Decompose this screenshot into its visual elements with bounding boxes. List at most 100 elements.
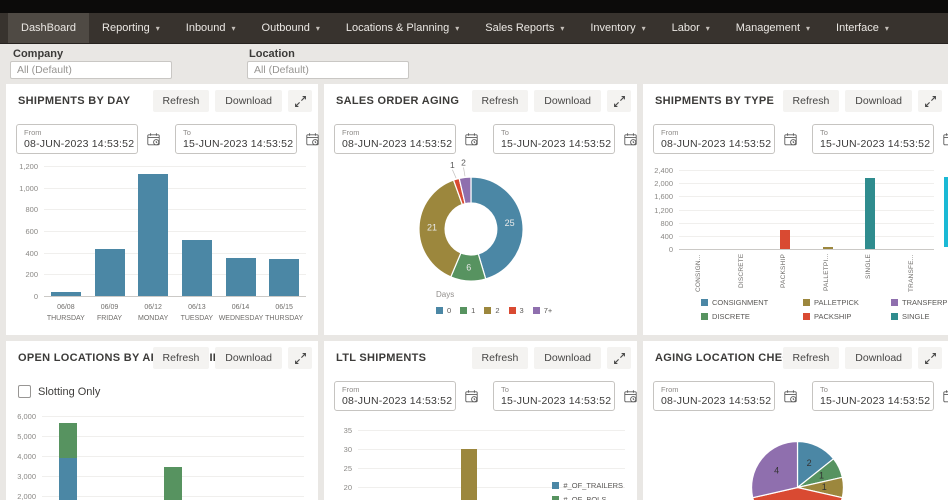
legend-swatch: [803, 313, 810, 320]
from-date-field[interactable]: From 08-JUN-2023 14:53:52: [653, 124, 775, 154]
calendar-icon[interactable]: [142, 128, 164, 150]
x-axis-label: 06/08 THURSDAY: [44, 303, 88, 325]
download-button[interactable]: Download: [845, 90, 912, 112]
download-button[interactable]: Download: [534, 90, 601, 112]
legend-swatch: [891, 313, 898, 320]
panel-title: SALES ORDER AGING: [336, 95, 459, 107]
nav-tab-sales-reports[interactable]: Sales Reports▾: [472, 13, 577, 43]
legend-label: PACKSHIP: [814, 312, 851, 321]
download-button[interactable]: Download: [215, 90, 282, 112]
nav-tab-locations-planning[interactable]: Locations & Planning▾: [333, 13, 472, 43]
company-input[interactable]: [10, 61, 172, 79]
x-axis-label: 06/15 THURSDAY: [262, 303, 306, 325]
nav-tab-reporting[interactable]: Reporting▾: [89, 13, 173, 43]
legend-label: 3: [520, 306, 524, 315]
calendar-icon[interactable]: [619, 128, 641, 150]
calendar-icon[interactable]: [460, 385, 482, 407]
nav-tab-labor[interactable]: Labor▾: [659, 13, 723, 43]
panel-open-locations-by-area-profile: OPEN LOCATIONS BY AREA PROFILE Refresh D…: [6, 341, 318, 500]
refresh-button[interactable]: Refresh: [783, 90, 840, 112]
nav-tab-dashboard[interactable]: DashBoard: [8, 13, 89, 43]
legend-swatch: [484, 307, 491, 314]
refresh-button[interactable]: Refresh: [472, 347, 529, 369]
calendar-icon[interactable]: [779, 128, 801, 150]
calendar-icon[interactable]: [938, 385, 948, 407]
download-button[interactable]: Download: [845, 347, 912, 369]
bar: [138, 174, 168, 296]
panel-ltl-shipments: LTL SHIPMENTS Refresh Download From 08-J…: [324, 341, 637, 500]
caret-down-icon: ▾: [706, 24, 710, 33]
legend-swatch: [701, 313, 708, 320]
to-date-field[interactable]: To 15-JUN-2023 14:53:52: [493, 381, 615, 411]
nav-tab-outbound[interactable]: Outbound▾: [249, 13, 333, 43]
vertical-scrollbar-thumb[interactable]: [944, 177, 948, 247]
x-axis-label: DISCRETE: [738, 254, 745, 294]
from-date-field[interactable]: From 08-JUN-2023 14:53:52: [16, 124, 138, 154]
legend-item: 2: [484, 306, 499, 315]
gridline: [44, 209, 306, 210]
expand-icon[interactable]: [918, 347, 942, 369]
window-top-strip: [0, 0, 948, 13]
refresh-button[interactable]: Refresh: [783, 347, 840, 369]
gridline: [679, 249, 934, 250]
expand-icon[interactable]: [607, 347, 631, 369]
from-label: From: [24, 128, 130, 137]
nav-tab-management[interactable]: Management▾: [723, 13, 823, 43]
legend-swatch: [533, 307, 540, 314]
from-date-field[interactable]: From 08-JUN-2023 14:53:52: [653, 381, 775, 411]
calendar-icon[interactable]: [301, 128, 323, 150]
bar: [164, 467, 182, 500]
from-value: 08-JUN-2023 14:53:52: [24, 138, 130, 150]
legend-label: PALLETPICK: [814, 298, 859, 307]
from-date-field[interactable]: From 08-JUN-2023 14:53:52: [334, 381, 456, 411]
pie-slice: [419, 180, 462, 277]
calendar-icon[interactable]: [460, 128, 482, 150]
bar: [780, 230, 790, 249]
legend-item: #_OF_TRAILERS: [552, 481, 623, 490]
to-date-field[interactable]: To 15-JUN-2023 14:53:52: [812, 381, 934, 411]
x-axis-label: 06/13 TUESDAY: [175, 303, 219, 325]
to-date-field[interactable]: To 15-JUN-2023 14:53:52: [812, 124, 934, 154]
expand-icon[interactable]: [607, 90, 631, 112]
y-axis-tick: 800: [643, 219, 673, 228]
legend-label: #_OF_BOLS: [563, 495, 606, 500]
y-axis-tick: 800: [6, 205, 38, 214]
refresh-button[interactable]: Refresh: [153, 90, 210, 112]
y-axis-tick: 1,000: [6, 184, 38, 193]
refresh-button[interactable]: Refresh: [153, 347, 210, 369]
slotting-only-label: Slotting Only: [38, 386, 100, 398]
to-date-field[interactable]: To 15-JUN-2023 14:53:52: [493, 124, 615, 154]
calendar-icon[interactable]: [619, 385, 641, 407]
expand-icon[interactable]: [288, 90, 312, 112]
nav-tab-label: Sales Reports: [485, 22, 554, 34]
from-date-field[interactable]: From 08-JUN-2023 14:53:52: [334, 124, 456, 154]
refresh-button[interactable]: Refresh: [472, 90, 529, 112]
expand-icon[interactable]: [918, 90, 942, 112]
to-date-field[interactable]: To 15-JUN-2023 14:53:52: [175, 124, 297, 154]
slotting-only-checkbox[interactable]: [18, 385, 31, 398]
legend-label: TRANSFERPICK: [902, 298, 948, 307]
calendar-icon[interactable]: [779, 385, 801, 407]
x-axis-label: TRANSFE...: [908, 254, 915, 294]
legend-swatch: [460, 307, 467, 314]
slice-value-label: 1: [450, 160, 455, 170]
location-input[interactable]: [247, 61, 409, 79]
legend-label: SINGLE: [902, 312, 930, 321]
legend-swatch: [701, 299, 708, 306]
nav-tab-interface[interactable]: Interface▾: [823, 13, 902, 43]
slice-value-label: 25: [505, 218, 515, 228]
caret-down-icon: ▾: [806, 24, 810, 33]
gridline: [358, 430, 625, 431]
gridline: [679, 236, 934, 237]
legend-label: 1: [471, 306, 475, 315]
chart-legend: CONSIGNMENTPALLETPICKTRANSFERPICKDISCRET…: [701, 298, 948, 321]
expand-icon[interactable]: [288, 347, 312, 369]
download-button[interactable]: Download: [534, 347, 601, 369]
nav-tab-inventory[interactable]: Inventory▾: [577, 13, 658, 43]
legend-swatch: [552, 482, 559, 489]
bar: [269, 259, 299, 296]
calendar-icon[interactable]: [938, 128, 948, 150]
legend-item: 7+: [533, 306, 553, 315]
download-button[interactable]: Download: [215, 347, 282, 369]
nav-tab-inbound[interactable]: Inbound▾: [173, 13, 249, 43]
